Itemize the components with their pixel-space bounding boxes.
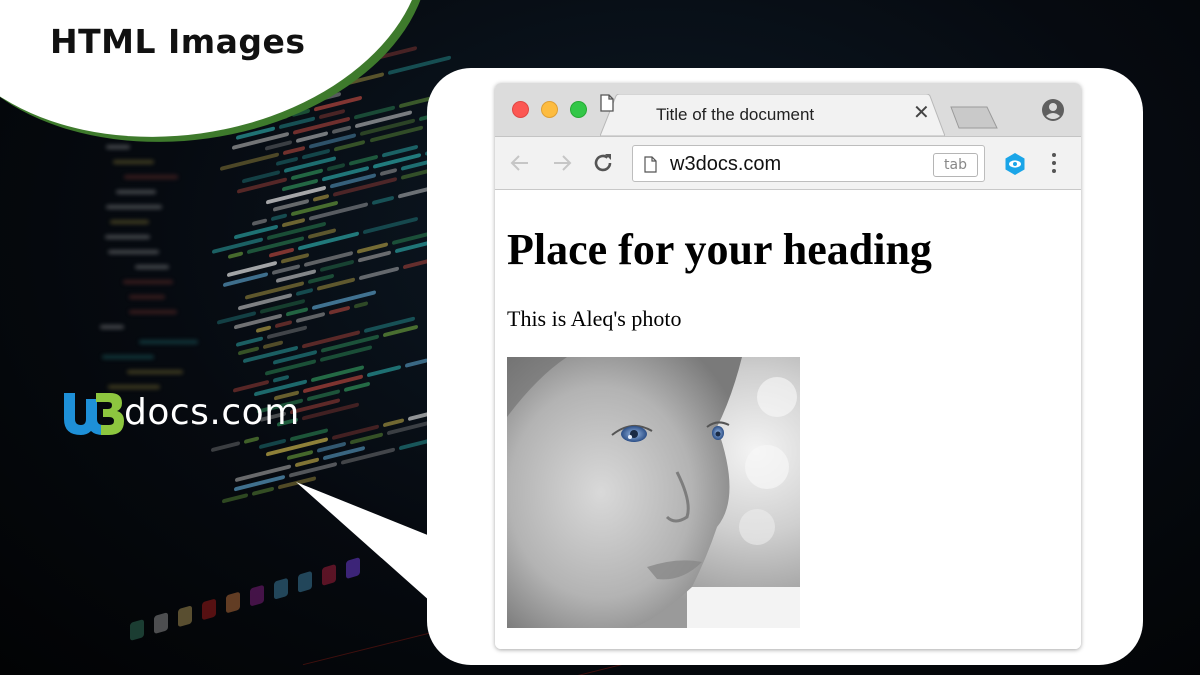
dock-app-icon	[202, 598, 216, 621]
code-line	[366, 364, 402, 378]
code-line	[405, 358, 428, 368]
account-circle-icon[interactable]	[1041, 98, 1065, 122]
arrow-left-icon[interactable]	[508, 151, 532, 175]
code-line	[139, 340, 199, 344]
code-line	[123, 280, 174, 284]
code-line	[332, 125, 351, 135]
page-title: HTML Images	[50, 22, 306, 61]
code-line	[116, 190, 157, 194]
code-line	[104, 235, 151, 239]
baby-photo	[507, 357, 800, 628]
dock-app-icon	[226, 591, 240, 614]
code-line	[294, 457, 320, 468]
dock-app-icon	[274, 577, 288, 600]
code-line	[276, 156, 298, 166]
code-line	[326, 162, 345, 172]
code-line	[106, 145, 131, 149]
code-line	[266, 325, 308, 340]
code-line	[128, 295, 165, 299]
address-bar[interactable]: w3docs.com tab	[632, 145, 985, 182]
window-close-button[interactable]	[512, 101, 529, 118]
code-line	[379, 167, 398, 177]
code-line	[353, 300, 369, 309]
code-line	[238, 346, 260, 356]
code-line	[290, 168, 323, 181]
code-line	[129, 310, 178, 314]
window-maximize-button[interactable]	[570, 101, 587, 118]
window-minimize-button[interactable]	[541, 101, 558, 118]
code-line	[282, 145, 305, 156]
url-text: w3docs.com	[670, 153, 782, 175]
code-line	[252, 218, 268, 226]
code-line	[255, 325, 271, 334]
code-line	[236, 336, 263, 348]
tab-title: Title of the document	[656, 105, 815, 124]
logo-text: docs.com	[124, 392, 300, 433]
code-line	[333, 139, 366, 152]
browser-tab-active[interactable]: Title of the document ✕	[600, 94, 945, 136]
code-line	[285, 307, 309, 317]
code-line	[333, 176, 397, 197]
code-line	[296, 287, 314, 296]
reload-icon[interactable]	[591, 151, 615, 175]
code-line	[113, 160, 154, 164]
code-line	[124, 175, 178, 179]
page-icon	[644, 156, 657, 173]
document-heading: Place for your heading	[507, 225, 932, 274]
code-line	[109, 220, 150, 224]
browser-toolbar: w3docs.com tab	[495, 136, 1081, 190]
code-line	[312, 193, 330, 202]
arrow-right-icon[interactable]	[550, 151, 574, 175]
code-line	[134, 265, 170, 269]
w3docs-logo[interactable]: docs.com	[62, 373, 300, 435]
code-line	[274, 320, 292, 329]
code-line	[295, 311, 325, 324]
code-line	[244, 436, 260, 444]
code-line	[343, 381, 370, 393]
code-line	[359, 266, 400, 281]
code-line	[328, 305, 350, 315]
w3-logo-mark-icon	[62, 389, 124, 435]
code-line	[388, 55, 452, 76]
kebab-menu-icon[interactable]	[1051, 151, 1057, 175]
taskbar-dock	[120, 474, 440, 675]
code-line	[271, 213, 288, 222]
code-line	[102, 355, 154, 359]
tab-bar: Title of the document ✕	[495, 83, 1081, 136]
new-tab-button[interactable]	[949, 105, 999, 130]
page-viewport: Place for your heading This is Aleq's ph…	[495, 190, 1081, 649]
code-line	[372, 195, 395, 206]
code-line	[100, 325, 125, 329]
code-line	[220, 152, 279, 172]
eye-hexagon-icon[interactable]	[1004, 152, 1026, 176]
dock-app-icon	[250, 584, 264, 607]
document-paragraph: This is Aleq's photo	[507, 306, 682, 331]
dock-app-icon	[178, 605, 192, 628]
dock-app-icon	[154, 612, 168, 635]
code-line	[227, 251, 244, 260]
code-line	[211, 440, 241, 453]
code-line	[252, 486, 274, 496]
code-line	[105, 205, 163, 209]
browser-window: Title of the document ✕ w3docs.com tab P…	[495, 83, 1081, 649]
code-line	[383, 418, 404, 428]
dock-app-icon	[346, 557, 360, 580]
code-line	[107, 250, 160, 254]
code-line	[298, 231, 360, 251]
code-line	[282, 217, 306, 228]
tab-key-hint: tab	[933, 153, 978, 177]
tab-close-icon[interactable]: ✕	[913, 103, 930, 123]
dock-app-icon	[130, 618, 144, 642]
code-line	[221, 492, 249, 504]
dock-app-icon	[298, 570, 312, 593]
code-line	[363, 216, 418, 235]
dock-app-icon	[322, 563, 336, 586]
code-line	[263, 340, 284, 350]
document-icon	[600, 94, 614, 112]
